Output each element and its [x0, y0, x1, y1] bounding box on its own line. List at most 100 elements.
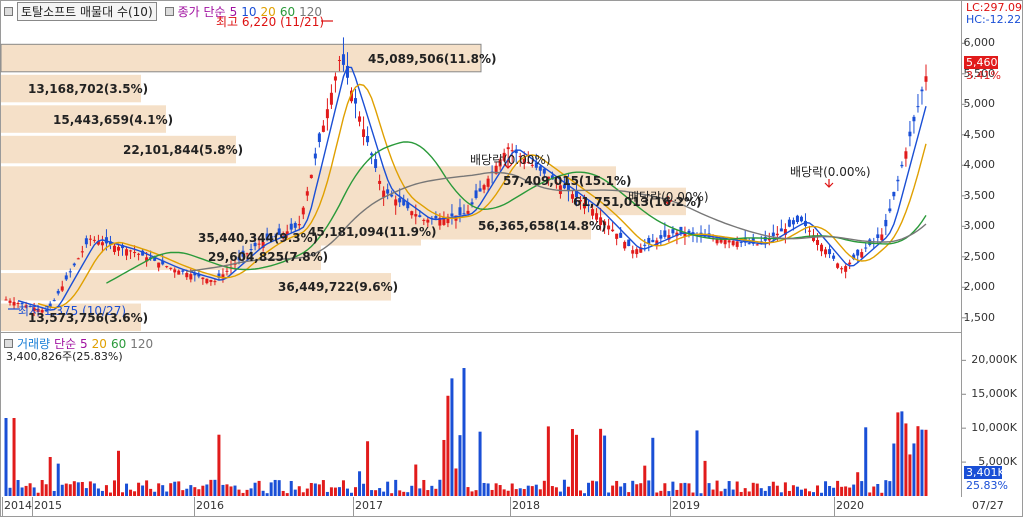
volume-bar	[619, 486, 623, 496]
volume-bar	[410, 485, 414, 496]
volume-profile-label: 13,573,756(3.6%)	[28, 310, 149, 325]
volume-bar	[711, 489, 715, 496]
volume-bar	[289, 480, 293, 496]
candle-body	[623, 241, 627, 249]
candle-body	[844, 266, 848, 272]
volume-bar	[185, 488, 189, 496]
volume-bar	[153, 491, 157, 496]
volume-bar	[458, 435, 462, 496]
candle-body	[731, 240, 735, 246]
candle-body	[619, 232, 623, 238]
volume-bar	[301, 492, 305, 496]
candle-body	[900, 164, 904, 167]
volume-bar	[249, 488, 253, 496]
candle-body	[679, 226, 683, 234]
candle-body	[747, 243, 751, 245]
volume-bar	[104, 485, 108, 496]
volume-bar	[743, 488, 747, 496]
volume-bar	[129, 489, 133, 496]
volume-bar	[607, 492, 611, 496]
volume-bar	[478, 431, 482, 496]
candle-body	[370, 153, 374, 156]
volume-bar	[430, 485, 434, 496]
volume-bar	[257, 480, 261, 496]
volume-bar	[828, 486, 832, 496]
price-change: 3.41%	[966, 69, 1001, 82]
volume-profile-label: 57,409,015(15.1%)	[503, 173, 632, 188]
time-tick-label: 2017	[355, 499, 383, 512]
volume-bar	[840, 486, 844, 496]
price-tick-label: 2,000	[963, 280, 996, 294]
volume-bar	[434, 488, 438, 496]
volume-bar	[747, 491, 751, 496]
candle-body	[856, 249, 860, 256]
candle-body	[671, 229, 675, 234]
volume-bar	[546, 426, 550, 496]
candle-body	[824, 249, 828, 255]
candle-body	[321, 125, 325, 132]
volume-bar	[647, 480, 651, 496]
candle-body	[133, 252, 137, 254]
candle-body	[398, 198, 402, 203]
volume-bar	[860, 481, 864, 496]
volume-bar	[896, 412, 900, 496]
volume-bar	[52, 490, 56, 496]
volume-bar	[832, 487, 836, 496]
volume-bar	[16, 480, 20, 496]
volume-bar	[470, 491, 474, 496]
candlestick-chart[interactable]	[0, 0, 1023, 517]
candle-body	[860, 252, 864, 258]
volume-bar	[68, 484, 72, 496]
volume-bar	[611, 485, 615, 496]
time-separator	[670, 497, 671, 517]
volume-bar	[100, 490, 104, 496]
volume-bar	[554, 487, 558, 496]
volume-bar	[96, 488, 100, 496]
volume-bar	[60, 484, 64, 496]
volume-bar	[149, 488, 153, 496]
candle-body	[727, 240, 731, 243]
volume-info: 3,400,826주(25.83%)	[6, 350, 123, 363]
volume-bar	[667, 491, 671, 496]
candle-body	[410, 211, 414, 216]
volume-bar	[715, 480, 719, 496]
volume-tick-label: 10,000K	[971, 421, 1017, 435]
legend-square-icon[interactable]	[4, 7, 13, 16]
volume-bar	[494, 483, 498, 496]
high-annotation: 최고 6,220 (11/21)	[216, 15, 325, 29]
price-axis[interactable]: 6,000 5,500 5,000 4,500 4,000 3,500 3,000 2,500…	[962, 0, 1023, 332]
volume-bar	[333, 487, 337, 496]
volume-bar	[84, 488, 88, 496]
volume-bar	[731, 489, 735, 496]
volume-pct: 25.83%	[966, 479, 1008, 492]
candle-body	[125, 249, 129, 256]
volume-bar	[390, 493, 394, 496]
volume-bar	[241, 492, 245, 496]
candle-body	[201, 277, 205, 280]
candle-body	[213, 281, 217, 283]
volume-bar	[522, 489, 526, 496]
volume-bar	[141, 485, 145, 496]
volume-bar	[836, 480, 840, 496]
candle-body	[177, 270, 181, 275]
legend-square-icon[interactable]	[4, 339, 13, 348]
volume-bar	[44, 484, 48, 496]
volume-bar	[872, 486, 876, 496]
volume-bar	[643, 465, 647, 496]
time-separator	[353, 497, 354, 517]
chart-title[interactable]: 토탈소프트 매물대 수(10)	[17, 2, 157, 21]
price-tick-label: 1,500	[963, 310, 996, 324]
candle-body	[337, 59, 341, 61]
candle-body	[366, 136, 370, 143]
volume-bar	[900, 411, 904, 496]
legend-square-icon[interactable]	[164, 7, 174, 16]
candle-body	[506, 147, 510, 150]
candle-body	[735, 241, 739, 247]
candle-body	[486, 178, 490, 187]
volume-bar	[912, 443, 916, 496]
volume-bar	[486, 483, 490, 496]
volume-bar	[225, 484, 229, 496]
candle-body	[876, 234, 880, 238]
candle-body	[354, 98, 358, 104]
volume-profile-label: 29,604,825(7.8%)	[208, 249, 329, 264]
